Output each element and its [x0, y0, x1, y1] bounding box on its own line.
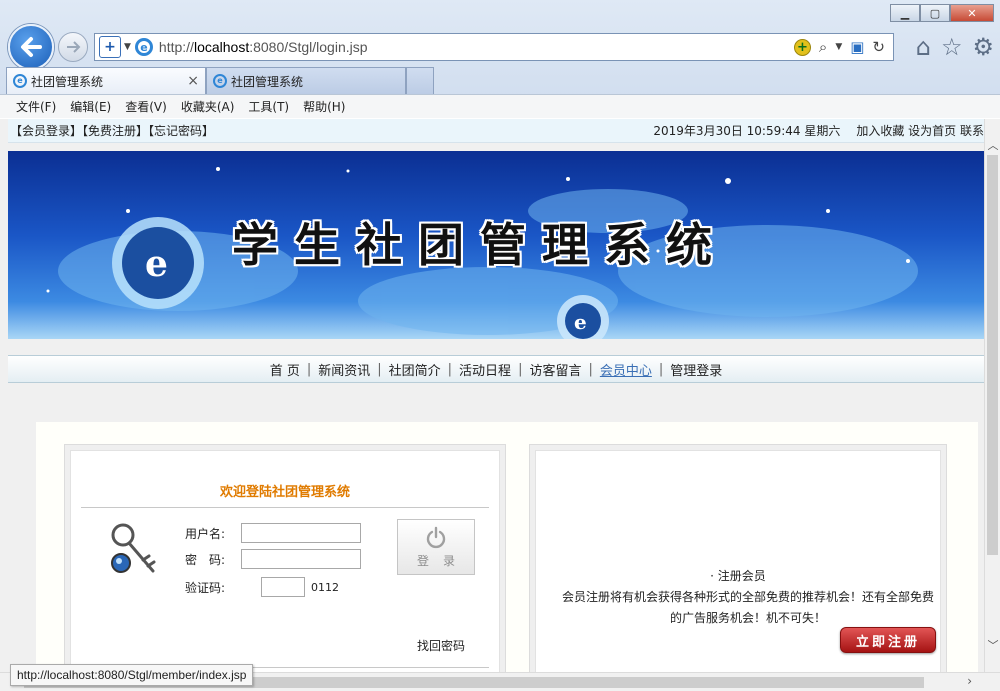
content-area: 欢迎登陆社团管理系统 用户名: 密 码: 验证码: 0112 登录 找回密码 ·… — [36, 422, 978, 672]
captcha-row: 验证码: 0112 — [185, 577, 339, 597]
menu-help[interactable]: 帮助(H) — [303, 98, 345, 115]
tab-title: 社团管理系统 — [31, 74, 104, 89]
forward-button[interactable] — [58, 32, 88, 62]
chevron-down-icon[interactable]: ▼ — [835, 42, 842, 52]
menu-tools[interactable]: 工具(T) — [248, 98, 289, 115]
nav-member-center[interactable]: 会员中心 — [593, 360, 659, 379]
password-row: 密 码: — [185, 549, 361, 569]
forgot-password-link[interactable]: 找回密码 — [417, 637, 465, 654]
back-button[interactable] — [8, 24, 54, 70]
password-input[interactable] — [241, 549, 361, 569]
svg-text:e: e — [145, 243, 168, 285]
nav-events[interactable]: 活动日程 — [452, 360, 518, 379]
username-input[interactable] — [241, 523, 361, 543]
ie-tab-icon: e — [13, 74, 27, 88]
nav-news[interactable]: 新闻资讯 — [311, 360, 377, 379]
nav-guestbook[interactable]: 访客留言 — [522, 360, 588, 379]
arrow-left-icon — [21, 37, 42, 57]
menu-favorites[interactable]: 收藏夹(A) — [181, 98, 235, 115]
top-right-links[interactable]: 加入收藏 设为首页 联系 — [856, 122, 984, 139]
nav-admin-login[interactable]: 管理登录 — [663, 360, 729, 379]
chevron-down-icon[interactable]: ▼ — [124, 42, 131, 52]
login-button-label: 登录 — [416, 553, 469, 568]
tab-active[interactable]: e 社团管理系统 × — [6, 67, 206, 94]
minimize-button[interactable]: ▁ — [890, 4, 920, 22]
vertical-scroll-thumb[interactable] — [987, 155, 998, 555]
captcha-code: 0112 — [311, 580, 339, 594]
menu-edit[interactable]: 编辑(E) — [70, 98, 111, 115]
window-controls: ▁ ▢ ✕ — [890, 4, 994, 22]
scroll-up-icon[interactable]: ︿ — [985, 137, 1000, 153]
banner-title: 学生社团管理系统 — [232, 218, 728, 272]
power-icon — [426, 526, 446, 548]
nav-home[interactable]: 首 页 — [263, 360, 307, 379]
close-window-button[interactable]: ✕ — [950, 4, 994, 22]
password-label: 密 码: — [185, 552, 226, 567]
register-panel: · 注册会员 会员注册将有机会获得各种形式的全部免费的推荐机会！还有全部免费的广… — [529, 444, 947, 672]
captcha-input[interactable] — [261, 577, 305, 597]
browser-chrome: ▁ ▢ ✕ + ▼ e http://localhost:8080/Stgl/l… — [0, 0, 1000, 118]
tab-strip: e 社团管理系统 × e 社团管理系统 — [6, 67, 434, 94]
scroll-right-icon[interactable]: › — [967, 674, 972, 688]
compatibility-icon[interactable]: + — [793, 38, 811, 56]
top-bar: 【会员登录】【免费注册】【忘记密码】 2019年3月30日 10:59:44 星… — [8, 119, 984, 143]
register-description: 会员注册将有机会获得各种形式的全部免费的推荐机会！还有全部免费的广告服务机会！机… — [562, 590, 935, 625]
close-tab-icon[interactable]: × — [187, 73, 199, 89]
add-site-icon[interactable]: + — [99, 36, 121, 58]
register-title: · 注册会员 — [710, 569, 766, 583]
page-viewport: 【会员登录】【免费注册】【忘记密码】 2019年3月30日 10:59:44 星… — [0, 119, 984, 672]
tab-title: 社团管理系统 — [231, 74, 304, 89]
login-button[interactable]: 登录 — [397, 519, 475, 575]
menu-file[interactable]: 文件(F) — [16, 98, 56, 115]
site-banner: e e 学生社团管理系统 — [8, 151, 984, 339]
top-links[interactable]: 【会员登录】【免费注册】【忘记密码】 — [10, 122, 214, 139]
ie-tab-icon: e — [213, 74, 227, 88]
gear-icon[interactable]: ⚙ — [972, 33, 994, 61]
tab-inactive[interactable]: e 社团管理系统 — [206, 67, 406, 94]
maximize-button[interactable]: ▢ — [920, 4, 950, 22]
url-text[interactable]: http://localhost:8080/Stgl/login.jsp — [159, 39, 368, 55]
scroll-down-icon[interactable]: ﹀ — [985, 637, 1000, 653]
feed-icon[interactable]: ▣ — [850, 38, 864, 56]
menu-bar: 文件(F) 编辑(E) 查看(V) 收藏夹(A) 工具(T) 帮助(H) — [0, 94, 1000, 118]
browser-toolbar-icons: ⌂ ☆ ⚙ — [916, 33, 994, 61]
address-bar[interactable]: + ▼ e http://localhost:8080/Stgl/login.j… — [94, 33, 894, 61]
captcha-label: 验证码: — [185, 580, 226, 595]
ie-page-icon: e — [134, 38, 153, 56]
arrow-right-icon — [67, 41, 81, 53]
star-icon[interactable]: ☆ — [941, 33, 963, 61]
username-label: 用户名: — [185, 526, 226, 541]
nav-club-intro[interactable]: 社团简介 — [382, 360, 448, 379]
register-now-button[interactable]: 立即注册 — [840, 627, 936, 653]
new-tab-button[interactable] — [406, 67, 434, 94]
home-icon[interactable]: ⌂ — [916, 33, 931, 61]
svg-text:e: e — [574, 310, 587, 334]
status-bar-url: http://localhost:8080/Stgl/member/index.… — [10, 664, 254, 686]
login-title: 欢迎登陆社团管理系统 — [219, 485, 350, 500]
login-panel: 欢迎登陆社团管理系统 用户名: 密 码: 验证码: 0112 登录 找回密码 — [64, 444, 506, 672]
refresh-icon[interactable]: ↻ — [872, 38, 885, 56]
vertical-scrollbar[interactable]: ︿ ﹀ — [984, 119, 1000, 672]
username-row: 用户名: — [185, 523, 361, 543]
search-icon[interactable]: ⌕ — [819, 38, 827, 56]
menu-view[interactable]: 查看(V) — [125, 98, 167, 115]
date-time: 2019年3月30日 10:59:44 星期六 — [653, 124, 841, 138]
main-nav: 首 页 | 新闻资讯 | 社团简介 | 活动日程 | 访客留言 | 会员中心 | 管理登录 — [8, 355, 984, 383]
key-icon — [111, 523, 156, 573]
